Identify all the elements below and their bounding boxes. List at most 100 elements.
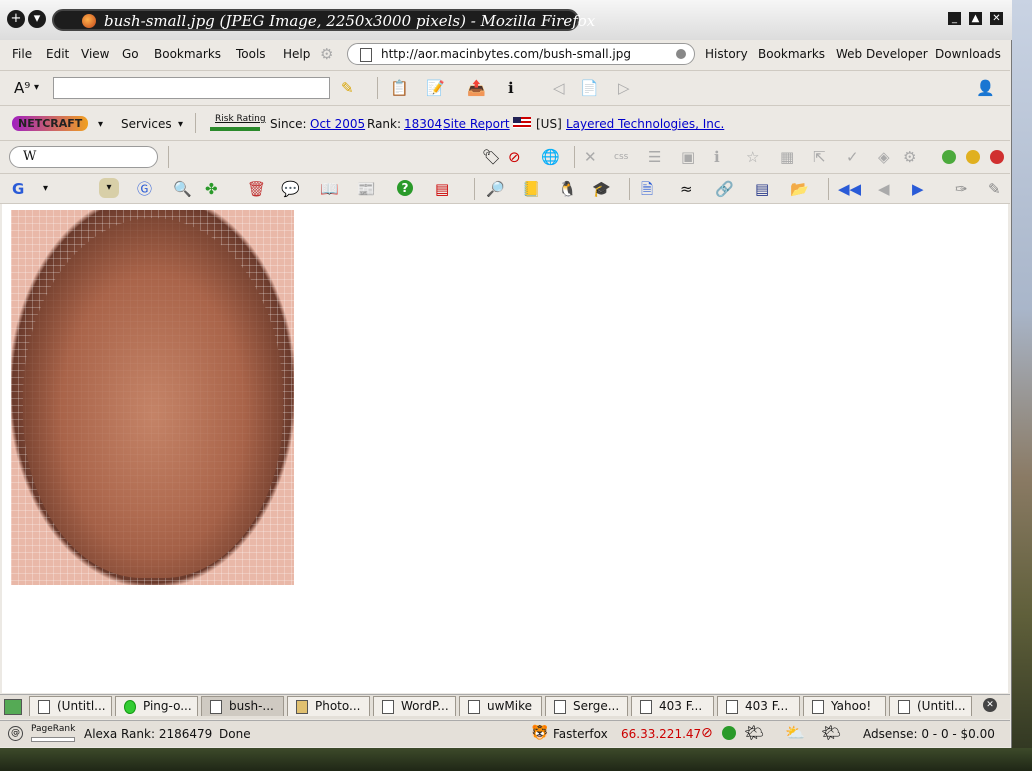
help-icon[interactable] — [966, 150, 980, 164]
window-menu-icon[interactable]: + — [7, 10, 25, 28]
zoom-icon[interactable]: 🔎 — [486, 180, 505, 198]
netcraft-logo[interactable]: NETCRAFT — [12, 116, 89, 131]
fasterfox-label[interactable]: Fasterfox — [553, 727, 608, 741]
graduation-cap-icon[interactable]: 🎓 — [592, 180, 611, 198]
certificate-icon[interactable]: ▤ — [435, 180, 449, 198]
tab-untitled-1[interactable]: (Untitl... — [29, 696, 112, 716]
menu-edit[interactable]: Edit — [46, 47, 69, 61]
menu-view[interactable]: View — [81, 47, 109, 61]
weather-1-icon[interactable]: 🌤 — [744, 723, 764, 742]
bucket-icon[interactable]: 🗑 — [247, 180, 266, 198]
rewind-icon[interactable]: ◀◀ — [838, 180, 861, 198]
block-icon[interactable]: ⊘ — [508, 148, 521, 166]
status-green-icon[interactable] — [942, 150, 956, 164]
tab-403-2[interactable]: 403 F... — [717, 696, 800, 716]
notes-icon[interactable]: 📝 — [426, 79, 445, 97]
link-web-developer[interactable]: Web Developer — [836, 47, 928, 61]
services-arrow-icon[interactable]: ▾ — [178, 116, 183, 134]
linux-penguin-icon[interactable]: 🐧 — [558, 180, 577, 198]
folder-icon[interactable]: 📂 — [790, 180, 809, 198]
tab-ping-o[interactable]: Ping-o... — [115, 696, 198, 716]
alexa-icon[interactable]: @ — [8, 726, 23, 741]
outline-icon[interactable]: ▦ — [780, 148, 794, 166]
menu-go[interactable]: Go — [122, 47, 139, 61]
options-icon[interactable]: ⚙ — [903, 148, 916, 166]
dropdown-arrow-icon[interactable]: ▾ — [34, 79, 39, 97]
link-history[interactable]: History — [705, 47, 748, 61]
spellcheck-icon[interactable]: A⁹ — [14, 79, 30, 97]
stop-icon[interactable] — [990, 150, 1004, 164]
url-dropdown-icon[interactable] — [676, 49, 686, 59]
back-icon[interactable]: ◀ — [878, 180, 890, 198]
close-tab-icon[interactable]: ✕ — [983, 698, 997, 712]
forms-icon[interactable]: ☰ — [648, 148, 661, 166]
pen-icon[interactable]: ✑ — [955, 180, 968, 198]
document-c-icon[interactable]: 🗎 — [641, 180, 653, 198]
gmail-g-icon[interactable]: Ⓖ — [137, 180, 152, 198]
tab-photo[interactable]: Photo... — [287, 696, 370, 716]
approx-icon[interactable]: ≈ — [680, 180, 693, 198]
flag-doc-icon[interactable]: ▤ — [755, 180, 769, 198]
close-icon[interactable]: ✕ — [990, 12, 1003, 25]
search-input[interactable] — [53, 77, 330, 99]
weather-2-icon[interactable]: ⛅ — [785, 723, 805, 742]
tab-yahoo[interactable]: Yahoo! — [803, 696, 886, 716]
forward-small-icon[interactable]: ▷ — [618, 79, 630, 97]
page-search-icon[interactable]: 🔍 — [173, 180, 192, 198]
page-menu-icon[interactable]: 📄 — [580, 79, 599, 97]
tag-icon[interactable]: 🏷 — [482, 148, 501, 166]
globe-icon[interactable]: 🌐 — [541, 148, 560, 166]
eraser-icon[interactable]: ✎ — [988, 180, 1001, 198]
link-icon[interactable]: 🔗 — [715, 180, 734, 198]
question-icon[interactable]: ? — [397, 180, 413, 196]
clover-icon[interactable]: ✤ — [205, 180, 218, 198]
link-bookmarks[interactable]: Bookmarks — [758, 47, 825, 61]
rank-link[interactable]: 18304 — [404, 117, 442, 131]
news-icon[interactable]: 📰 — [357, 180, 376, 198]
back-small-icon[interactable]: ◁ — [553, 79, 565, 97]
images-icon[interactable]: ▣ — [681, 148, 695, 166]
google-dropdown-icon[interactable]: ▾ — [43, 180, 48, 198]
menu-tools[interactable]: Tools — [236, 47, 266, 61]
highlighter-icon[interactable]: ✎ — [341, 79, 354, 97]
tab-403-1[interactable]: 403 F... — [631, 696, 714, 716]
resize-icon[interactable]: ⇱ — [813, 148, 826, 166]
tab-uwmike[interactable]: uwMike — [459, 696, 542, 716]
google-icon[interactable]: G — [12, 180, 24, 198]
tab-wordpress[interactable]: WordP... — [373, 696, 456, 716]
fasterfox-icon[interactable]: 🐯 — [531, 725, 548, 741]
forward-icon[interactable]: ▶ — [912, 180, 924, 198]
info-icon[interactable]: ℹ — [508, 79, 514, 97]
noscript-icon[interactable]: ⊘ — [701, 725, 713, 741]
view-source-icon[interactable]: ◈ — [878, 148, 890, 166]
dictionary-icon[interactable]: 📒 — [522, 180, 541, 198]
host-link[interactable]: Layered Technologies, Inc. — [566, 117, 724, 131]
url-bar[interactable]: http://aor.macinbytes.com/bush-small.jpg — [347, 43, 695, 65]
risk-rating-label[interactable]: Risk Rating — [215, 114, 266, 124]
site-report-link[interactable]: Site Report — [443, 117, 510, 131]
information-icon[interactable]: ℹ — [714, 148, 720, 166]
book-icon[interactable]: 📖 — [320, 180, 339, 198]
tab-serge[interactable]: Serge... — [545, 696, 628, 716]
tab-untitled-2[interactable]: (Untitl... — [889, 696, 972, 716]
link-downloads[interactable]: Downloads — [935, 47, 1001, 61]
green-status-icon[interactable] — [722, 726, 736, 740]
menu-help[interactable]: Help — [283, 47, 310, 61]
minimize-icon[interactable]: _ — [948, 12, 961, 25]
validation-icon[interactable]: ✓ — [846, 148, 859, 166]
misc-icon[interactable]: ☆ — [746, 148, 759, 166]
since-link[interactable]: Oct 2005 — [310, 117, 365, 131]
new-tab-icon[interactable] — [4, 699, 22, 715]
chat-bubble-icon[interactable]: 💬 — [281, 180, 300, 198]
maximize-icon[interactable]: ▲ — [969, 12, 982, 25]
dropdown-button-icon[interactable]: ▾ — [99, 178, 119, 198]
user-icon[interactable]: 👤 — [976, 79, 995, 97]
weather-3-icon[interactable]: 🌤 — [821, 723, 841, 742]
export-icon[interactable]: 📤 — [467, 79, 486, 97]
menu-file[interactable]: File — [12, 47, 32, 61]
netcraft-menu-arrow-icon[interactable]: ▾ — [98, 116, 103, 134]
tab-bush-small[interactable]: bush-... — [201, 696, 284, 716]
disable-icon[interactable]: ✕ — [584, 148, 597, 166]
wikipedia-search-input[interactable]: W — [9, 146, 158, 168]
css-icon[interactable]: css — [614, 148, 628, 166]
